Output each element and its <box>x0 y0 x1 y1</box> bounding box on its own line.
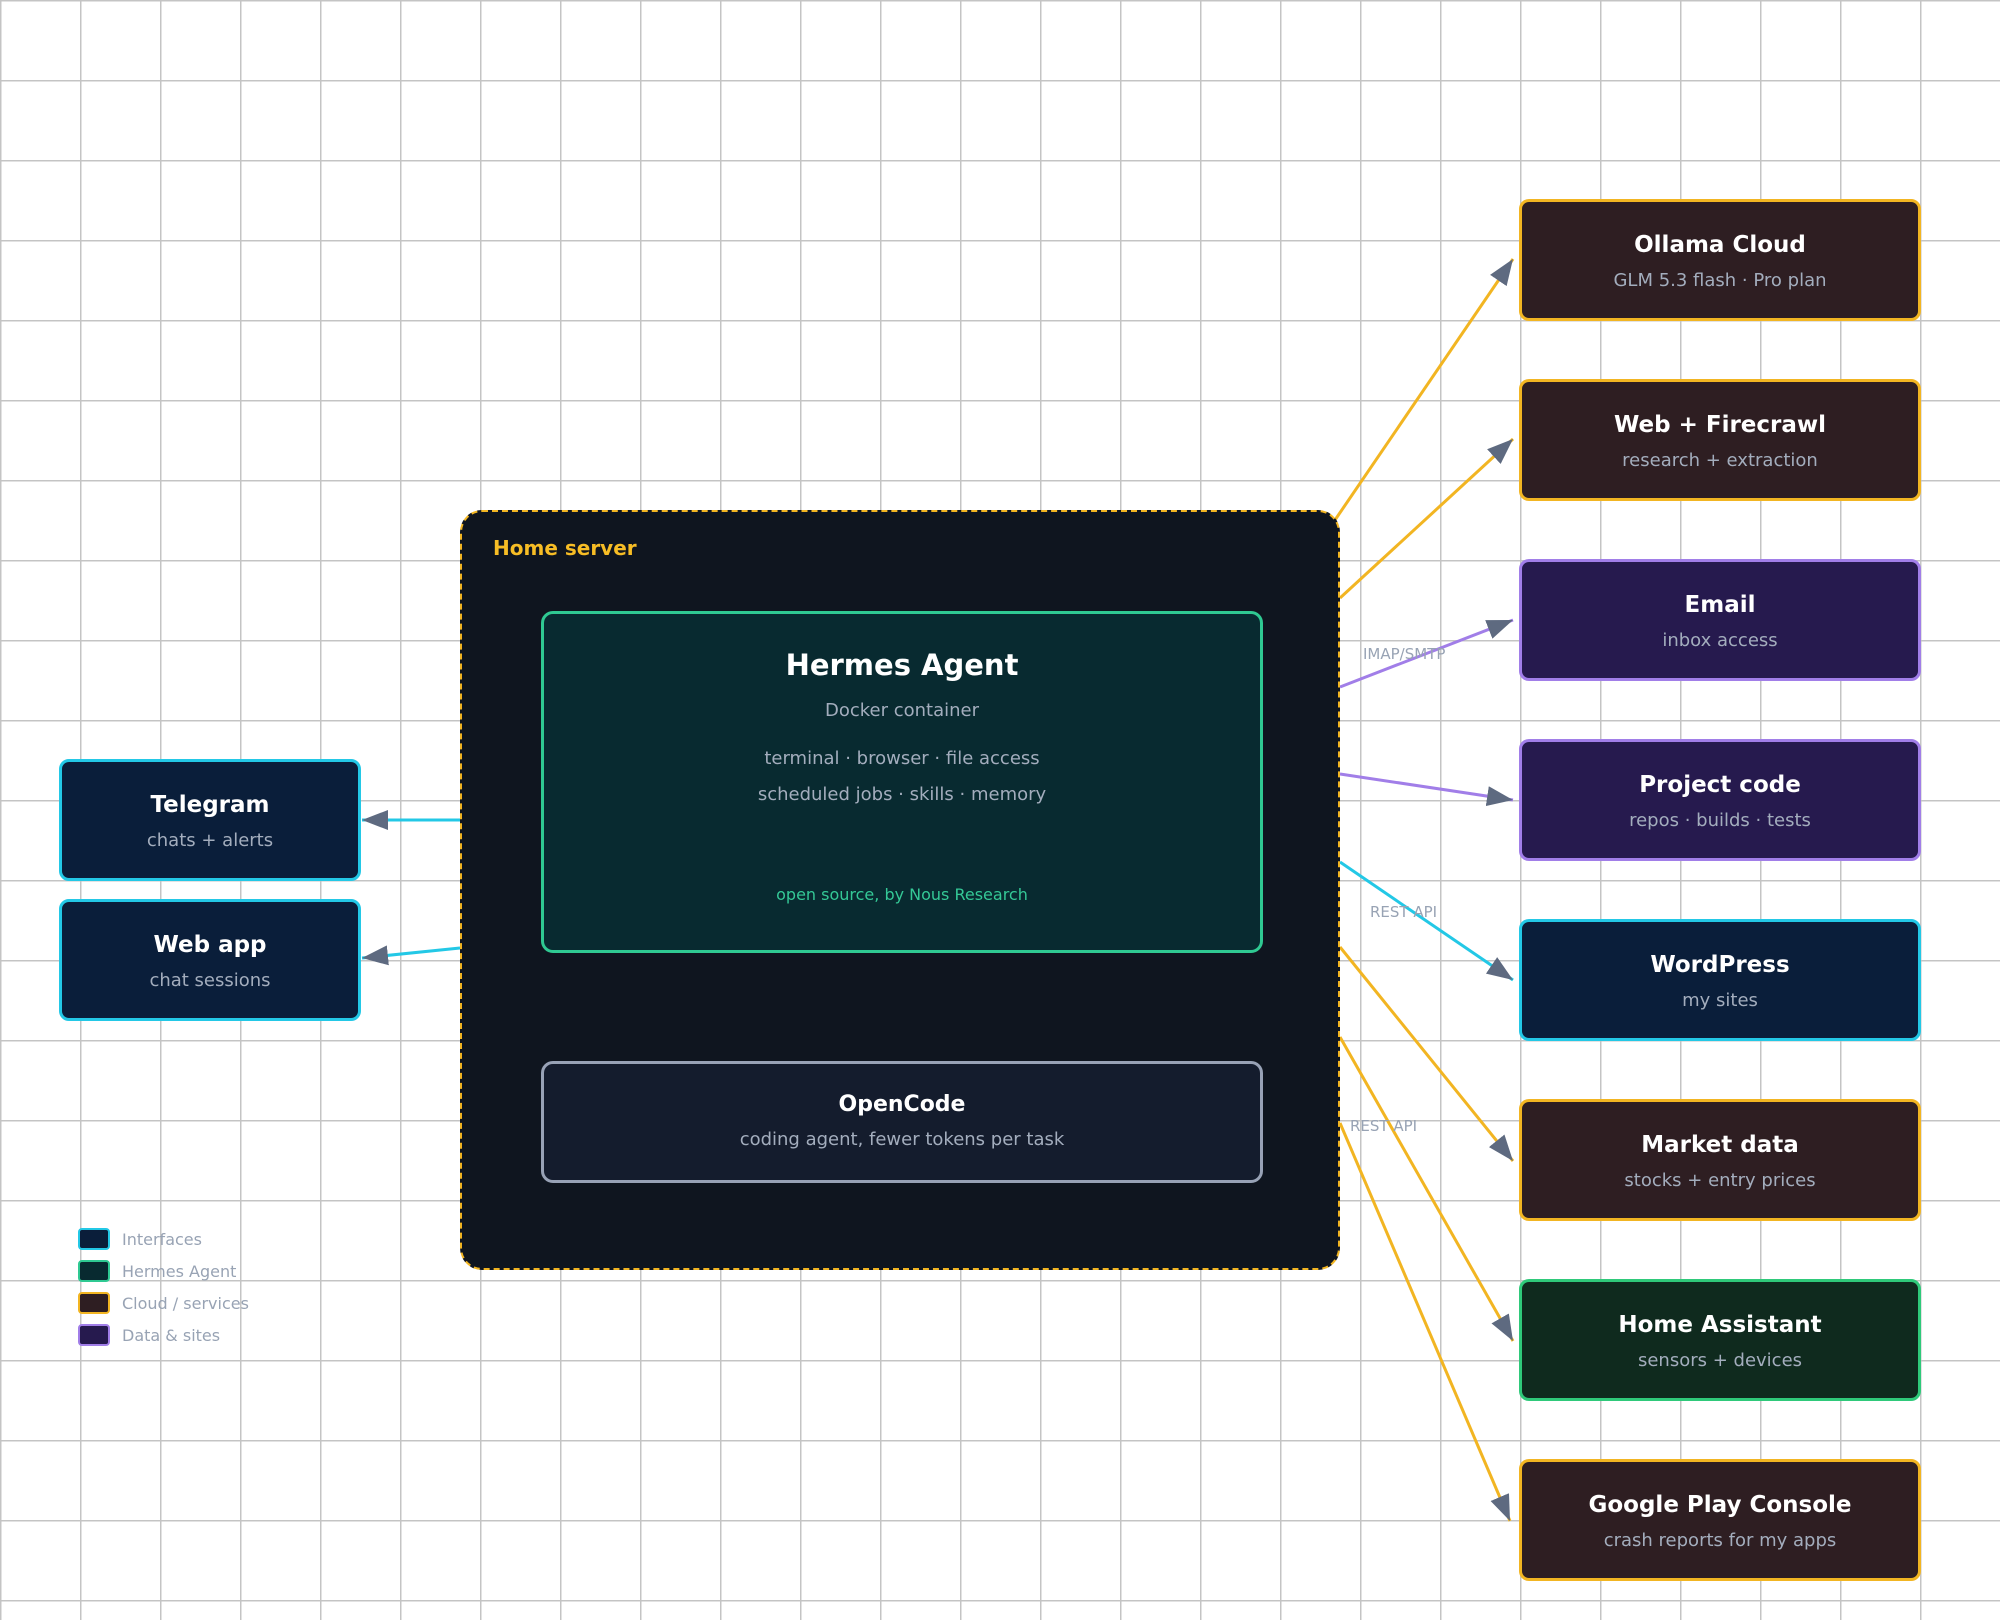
edge-google-play <box>1338 1122 1512 1522</box>
node-title: Web app <box>153 932 267 958</box>
legend-item: Hermes Agent <box>78 1255 249 1287</box>
edge-label-wordpress: REST API <box>1370 903 1438 921</box>
edge-label-email: IMAP/SMTP <box>1363 645 1446 663</box>
node-subtitle: research + extraction <box>1622 450 1818 471</box>
node-subtitle: chat sessions <box>149 970 271 991</box>
legend-item: Data & sites <box>78 1319 249 1351</box>
node-title: Market data <box>1641 1132 1799 1158</box>
node-subtitle: repos · builds · tests <box>1629 810 1811 831</box>
node-title: Project code <box>1639 772 1801 798</box>
node-title: WordPress <box>1650 952 1790 978</box>
edge-firecrawl <box>1338 437 1515 600</box>
telegram-node[interactable]: Telegram chats + alerts <box>59 759 361 881</box>
node-subtitle: stocks + entry prices <box>1624 1170 1816 1191</box>
node-subtitle: inbox access <box>1662 630 1778 651</box>
hermes-capability-line: terminal · browser · file access <box>764 748 1040 769</box>
legend-swatch-interfaces <box>78 1228 110 1250</box>
legend-swatch-data-sites <box>78 1324 110 1346</box>
node-subtitle: crash reports for my apps <box>1603 1530 1837 1551</box>
legend-item: Cloud / services <box>78 1287 249 1319</box>
web-app-node[interactable]: Web app chat sessions <box>59 899 361 1021</box>
email-node[interactable]: Email inbox access <box>1519 559 1921 681</box>
hermes-agent-capabilities: terminal · browser · file access schedul… <box>544 741 1260 813</box>
legend-label: Data & sites <box>122 1325 221 1345</box>
legend-label: Hermes Agent <box>122 1261 237 1281</box>
node-title: Web + Firecrawl <box>1613 412 1827 438</box>
edge-label-home-assistant: REST API <box>1350 1117 1418 1135</box>
home-assistant-node[interactable]: Home Assistant sensors + devices <box>1519 1279 1921 1401</box>
node-title: Telegram <box>150 792 270 818</box>
project-code-node[interactable]: Project code repos · builds · tests <box>1519 739 1921 861</box>
legend-swatch-cloud-services <box>78 1292 110 1314</box>
hermes-agent-footer: open source, by Nous Research <box>776 885 1028 904</box>
market-data-node[interactable]: Market data stocks + entry prices <box>1519 1099 1921 1221</box>
home-server-container: Home server Hermes Agent Docker containe… <box>460 510 1340 1270</box>
hermes-agent-subtitle: Docker container <box>824 700 980 721</box>
hermes-agent-box[interactable]: Hermes Agent Docker container terminal ·… <box>541 611 1263 953</box>
hermes-capability-line: scheduled jobs · skills · memory <box>757 784 1047 805</box>
legend: Interfaces Hermes Agent Cloud / services… <box>78 1223 249 1351</box>
opencode-subtitle: coding agent, fewer tokens per task <box>739 1129 1065 1150</box>
node-subtitle: my sites <box>1682 990 1758 1011</box>
legend-item: Interfaces <box>78 1223 249 1255</box>
node-title: Home Assistant <box>1618 1312 1822 1338</box>
opencode-box[interactable]: OpenCode coding agent, fewer tokens per … <box>541 1061 1263 1183</box>
edge-ollama <box>1333 258 1515 521</box>
legend-swatch-hermes-agent <box>78 1260 110 1282</box>
node-subtitle: sensors + devices <box>1637 1350 1803 1371</box>
edge-server-webapp <box>361 945 461 966</box>
web-firecrawl-node[interactable]: Web + Firecrawl research + extraction <box>1519 379 1921 501</box>
hermes-agent-title: Hermes Agent <box>785 648 1019 682</box>
legend-label: Cloud / services <box>122 1293 249 1313</box>
opencode-title: OpenCode <box>838 1092 966 1117</box>
node-subtitle: chats + alerts <box>146 830 274 851</box>
edge-wordpress <box>1339 860 1514 982</box>
google-play-console-node[interactable]: Google Play Console crash reports for my… <box>1519 1459 1921 1581</box>
ollama-cloud-node[interactable]: Ollama Cloud GLM 5.3 flash · Pro plan <box>1519 199 1921 321</box>
wordpress-node[interactable]: WordPress my sites <box>1519 919 1921 1041</box>
node-title: Email <box>1684 592 1756 618</box>
edge-project-code <box>1339 772 1514 807</box>
edge-home-assistant <box>1338 1036 1515 1342</box>
legend-label: Interfaces <box>122 1229 202 1249</box>
node-title: Google Play Console <box>1588 1492 1852 1518</box>
node-subtitle: GLM 5.3 flash · Pro plan <box>1613 270 1827 291</box>
home-server-label: Home server <box>493 536 637 560</box>
node-title: Ollama Cloud <box>1634 232 1806 258</box>
